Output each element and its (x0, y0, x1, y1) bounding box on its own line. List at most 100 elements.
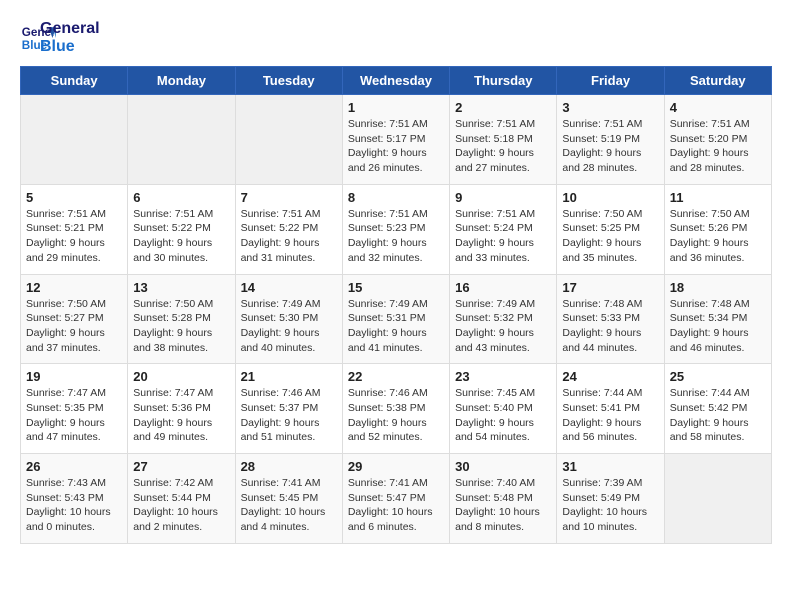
calendar-cell: 12Sunrise: 7:50 AM Sunset: 5:27 PM Dayli… (21, 274, 128, 364)
page-header: General Blue General Blue (20, 20, 772, 56)
calendar-week-2: 5 Sunrise: 7:51 AM Sunset: 5:21 PM Daylig… (21, 184, 772, 274)
day-number: 8 (348, 190, 444, 205)
calendar-cell: 13 Sunrise: 7:50 AM Sunset: 5:28 PM Dayli… (128, 274, 235, 364)
weekday-header-row: SundayMondayTuesdayWednesdayThursdayFrid… (21, 67, 772, 95)
calendar-cell: 5 Sunrise: 7:51 AM Sunset: 5:21 PM Daylig… (21, 184, 128, 274)
calendar-cell: 18 Sunrise: 7:48 AM Sunset: 5:34 PM Dayli… (664, 274, 771, 364)
day-number: 7 (241, 190, 337, 205)
calendar-cell: 4 Sunrise: 7:51 AM Sunset: 5:20 PM Daylig… (664, 95, 771, 185)
day-info: Sunrise: 7:51 AM Sunset: 5:18 PM Dayligh… (455, 117, 551, 176)
day-number: 10 (562, 190, 658, 205)
weekday-header-sunday: Sunday (21, 67, 128, 95)
day-info: Sunrise: 7:50 AM Sunset: 5:25 PM Dayligh… (562, 207, 658, 266)
calendar-cell (21, 95, 128, 185)
calendar-cell: 24 Sunrise: 7:44 AM Sunset: 5:41 PM Dayli… (557, 364, 664, 454)
calendar-cell: 1 Sunrise: 7:51 AM Sunset: 5:17 PM Daylig… (342, 95, 449, 185)
day-number: 24 (562, 369, 658, 384)
day-number: 11 (670, 190, 766, 205)
day-info: Sunrise: 7:47 AM Sunset: 5:36 PM Dayligh… (133, 386, 229, 445)
calendar-cell: 3 Sunrise: 7:51 AM Sunset: 5:19 PM Daylig… (557, 95, 664, 185)
day-info: Sunrise: 7:42 AM Sunset: 5:44 PM Dayligh… (133, 476, 229, 535)
calendar-cell: 6Sunrise: 7:51 AM Sunset: 5:22 PM Daylig… (128, 184, 235, 274)
calendar-cell: 2 Sunrise: 7:51 AM Sunset: 5:18 PM Daylig… (450, 95, 557, 185)
weekday-header-friday: Friday (557, 67, 664, 95)
calendar-cell: 28 Sunrise: 7:41 AM Sunset: 5:45 PM Dayli… (235, 454, 342, 544)
day-info: Sunrise: 7:51 AM Sunset: 5:24 PM Dayligh… (455, 207, 551, 266)
calendar-week-1: 1 Sunrise: 7:51 AM Sunset: 5:17 PM Daylig… (21, 95, 772, 185)
calendar-cell: 19Sunrise: 7:47 AM Sunset: 5:35 PM Dayli… (21, 364, 128, 454)
day-info: Sunrise: 7:51 AM Sunset: 5:20 PM Dayligh… (670, 117, 766, 176)
weekday-header-thursday: Thursday (450, 67, 557, 95)
day-info: Sunrise: 7:48 AM Sunset: 5:33 PM Dayligh… (562, 297, 658, 356)
day-number: 25 (670, 369, 766, 384)
calendar-cell: 7Sunrise: 7:51 AM Sunset: 5:22 PM Daylig… (235, 184, 342, 274)
day-info: Sunrise: 7:44 AM Sunset: 5:42 PM Dayligh… (670, 386, 766, 445)
day-number: 6 (133, 190, 229, 205)
logo-text-general: General (40, 20, 100, 38)
calendar-week-3: 12Sunrise: 7:50 AM Sunset: 5:27 PM Dayli… (21, 274, 772, 364)
calendar-cell: 20 Sunrise: 7:47 AM Sunset: 5:36 PM Dayli… (128, 364, 235, 454)
day-info: Sunrise: 7:48 AM Sunset: 5:34 PM Dayligh… (670, 297, 766, 356)
logo: General Blue General Blue (20, 20, 100, 56)
weekday-header-wednesday: Wednesday (342, 67, 449, 95)
day-number: 28 (241, 459, 337, 474)
day-info: Sunrise: 7:46 AM Sunset: 5:38 PM Dayligh… (348, 386, 444, 445)
calendar-cell: 30 Sunrise: 7:40 AM Sunset: 5:48 PM Dayli… (450, 454, 557, 544)
calendar-cell: 29 Sunrise: 7:41 AM Sunset: 5:47 PM Dayli… (342, 454, 449, 544)
day-info: Sunrise: 7:51 AM Sunset: 5:23 PM Dayligh… (348, 207, 444, 266)
calendar-cell: 27 Sunrise: 7:42 AM Sunset: 5:44 PM Dayli… (128, 454, 235, 544)
day-info: Sunrise: 7:40 AM Sunset: 5:48 PM Dayligh… (455, 476, 551, 535)
day-number: 17 (562, 280, 658, 295)
day-info: Sunrise: 7:51 AM Sunset: 5:19 PM Dayligh… (562, 117, 658, 176)
calendar-cell: 25 Sunrise: 7:44 AM Sunset: 5:42 PM Dayli… (664, 364, 771, 454)
logo-text-blue: Blue (40, 38, 100, 56)
day-number: 13 (133, 280, 229, 295)
calendar-body: 1 Sunrise: 7:51 AM Sunset: 5:17 PM Daylig… (21, 95, 772, 544)
calendar-cell: 8 Sunrise: 7:51 AM Sunset: 5:23 PM Daylig… (342, 184, 449, 274)
day-info: Sunrise: 7:51 AM Sunset: 5:17 PM Dayligh… (348, 117, 444, 176)
calendar-header: SundayMondayTuesdayWednesdayThursdayFrid… (21, 67, 772, 95)
calendar-cell: 10 Sunrise: 7:50 AM Sunset: 5:25 PM Dayli… (557, 184, 664, 274)
day-info: Sunrise: 7:44 AM Sunset: 5:41 PM Dayligh… (562, 386, 658, 445)
calendar-cell: 16Sunrise: 7:49 AM Sunset: 5:32 PM Dayli… (450, 274, 557, 364)
calendar-table: SundayMondayTuesdayWednesdayThursdayFrid… (20, 66, 772, 544)
day-number: 22 (348, 369, 444, 384)
day-number: 15 (348, 280, 444, 295)
day-info: Sunrise: 7:51 AM Sunset: 5:21 PM Dayligh… (26, 207, 122, 266)
day-number: 20 (133, 369, 229, 384)
day-number: 21 (241, 369, 337, 384)
day-info: Sunrise: 7:49 AM Sunset: 5:32 PM Dayligh… (455, 297, 551, 356)
day-number: 27 (133, 459, 229, 474)
weekday-header-tuesday: Tuesday (235, 67, 342, 95)
calendar-cell (235, 95, 342, 185)
day-number: 29 (348, 459, 444, 474)
calendar-week-5: 26Sunrise: 7:43 AM Sunset: 5:43 PM Dayli… (21, 454, 772, 544)
day-number: 26 (26, 459, 122, 474)
day-number: 4 (670, 100, 766, 115)
weekday-header-monday: Monday (128, 67, 235, 95)
calendar-cell: 22 Sunrise: 7:46 AM Sunset: 5:38 PM Dayli… (342, 364, 449, 454)
calendar-cell (664, 454, 771, 544)
day-info: Sunrise: 7:46 AM Sunset: 5:37 PM Dayligh… (241, 386, 337, 445)
day-number: 14 (241, 280, 337, 295)
day-number: 31 (562, 459, 658, 474)
calendar-week-4: 19Sunrise: 7:47 AM Sunset: 5:35 PM Dayli… (21, 364, 772, 454)
day-info: Sunrise: 7:41 AM Sunset: 5:45 PM Dayligh… (241, 476, 337, 535)
calendar-cell: 31Sunrise: 7:39 AM Sunset: 5:49 PM Dayli… (557, 454, 664, 544)
day-number: 30 (455, 459, 551, 474)
day-number: 2 (455, 100, 551, 115)
day-number: 12 (26, 280, 122, 295)
day-number: 3 (562, 100, 658, 115)
calendar-cell (128, 95, 235, 185)
day-info: Sunrise: 7:47 AM Sunset: 5:35 PM Dayligh… (26, 386, 122, 445)
day-info: Sunrise: 7:41 AM Sunset: 5:47 PM Dayligh… (348, 476, 444, 535)
calendar-cell: 15Sunrise: 7:49 AM Sunset: 5:31 PM Dayli… (342, 274, 449, 364)
day-info: Sunrise: 7:45 AM Sunset: 5:40 PM Dayligh… (455, 386, 551, 445)
day-number: 1 (348, 100, 444, 115)
day-info: Sunrise: 7:50 AM Sunset: 5:28 PM Dayligh… (133, 297, 229, 356)
calendar-cell: 14Sunrise: 7:49 AM Sunset: 5:30 PM Dayli… (235, 274, 342, 364)
day-number: 5 (26, 190, 122, 205)
day-number: 18 (670, 280, 766, 295)
calendar-cell: 26Sunrise: 7:43 AM Sunset: 5:43 PM Dayli… (21, 454, 128, 544)
weekday-header-saturday: Saturday (664, 67, 771, 95)
